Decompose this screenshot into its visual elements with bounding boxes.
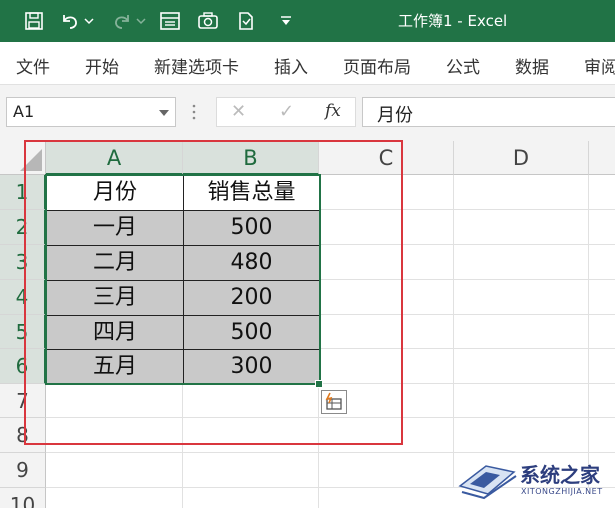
column-header-e[interactable] [589, 141, 615, 175]
row-header-7[interactable]: 7 [0, 384, 46, 418]
cell[interactable] [46, 384, 183, 418]
formula-input[interactable]: 月份 [362, 97, 615, 127]
cell-a4[interactable]: 三月 [46, 280, 184, 316]
tab-insert[interactable]: 插入 [274, 53, 308, 78]
row-header-2[interactable]: 2 [0, 210, 46, 245]
column-header-b[interactable]: B [183, 141, 319, 175]
document-icon[interactable] [234, 9, 258, 33]
cell-b1-header[interactable]: 销售总量 [183, 175, 320, 211]
tab-home[interactable]: 开始 [85, 53, 119, 78]
formula-buttons: ✕ ✓ fx [216, 97, 356, 127]
cell[interactable] [454, 175, 589, 210]
window-title: 工作簿1 - Excel [398, 12, 508, 30]
cell[interactable] [183, 453, 319, 488]
column-header-a[interactable]: A [46, 141, 183, 175]
tab-new[interactable]: 新建选项卡 [154, 53, 239, 78]
cell[interactable] [454, 349, 589, 384]
row-header-5[interactable]: 5 [0, 315, 46, 349]
cell[interactable] [454, 315, 589, 349]
row-header-10[interactable]: 10 [0, 488, 46, 508]
cell[interactable] [589, 384, 615, 418]
cell-a6[interactable]: 五月 [46, 349, 184, 385]
cell[interactable] [46, 488, 183, 508]
cell[interactable] [319, 315, 454, 349]
row-header-1[interactable]: 1 [0, 175, 46, 210]
cancel-icon[interactable]: ✕ [231, 101, 246, 122]
tab-file[interactable]: 文件 [16, 53, 50, 78]
cell[interactable] [319, 175, 454, 210]
watermark-name: 系统之家 [520, 463, 600, 487]
cell[interactable] [589, 210, 615, 245]
cell-a5[interactable]: 四月 [46, 315, 184, 350]
fill-handle[interactable] [315, 380, 323, 388]
name-box[interactable]: A1 [6, 97, 176, 127]
cell[interactable] [319, 280, 454, 315]
tab-formulas[interactable]: 公式 [446, 53, 480, 78]
undo-dropdown-icon[interactable] [82, 9, 96, 33]
cell[interactable] [454, 245, 589, 280]
cell-b5[interactable]: 500 [183, 315, 320, 350]
cell[interactable] [183, 418, 319, 453]
redo-dropdown-icon[interactable] [134, 9, 148, 33]
cell[interactable] [589, 349, 615, 384]
name-box-value: A1 [13, 102, 35, 121]
column-header-c[interactable]: C [319, 141, 454, 175]
form-icon[interactable] [158, 9, 182, 33]
cell-b2[interactable]: 500 [183, 210, 320, 246]
insert-function-icon[interactable]: fx [325, 101, 341, 121]
cell[interactable] [319, 349, 454, 384]
row-header-6[interactable]: 6 [0, 349, 46, 384]
cell-b3[interactable]: 480 [183, 245, 320, 281]
row-header-3[interactable]: 3 [0, 245, 46, 280]
ribbon-tabs: 文件 开始 新建选项卡 插入 页面布局 公式 数据 审阅 [0, 42, 615, 85]
tab-data[interactable]: 数据 [515, 53, 549, 78]
cell[interactable] [454, 418, 589, 453]
redo-icon[interactable] [110, 9, 134, 33]
cell[interactable] [319, 418, 454, 453]
cell-a3[interactable]: 二月 [46, 245, 184, 281]
cell[interactable] [46, 453, 183, 488]
cell[interactable] [589, 245, 615, 280]
enter-icon[interactable]: ✓ [279, 101, 294, 122]
cell[interactable] [589, 280, 615, 315]
customize-qat-icon[interactable] [274, 9, 298, 33]
select-all-button[interactable] [0, 141, 46, 175]
cell[interactable] [183, 384, 319, 418]
undo-icon[interactable] [58, 9, 82, 33]
quick-analysis-button[interactable] [321, 390, 347, 414]
cell-a1-header[interactable]: 月份 [46, 175, 184, 211]
cell[interactable] [454, 210, 589, 245]
watermark-url: XITONGZHIJIA.NET [521, 487, 603, 496]
cell[interactable] [454, 280, 589, 315]
formula-bar-grip-icon[interactable] [192, 103, 196, 121]
title-bar: 工作簿1 - Excel [0, 0, 615, 42]
cell[interactable] [454, 384, 589, 418]
cell-b4[interactable]: 200 [183, 280, 320, 316]
camera-icon[interactable] [196, 9, 220, 33]
cell[interactable] [319, 210, 454, 245]
cell-a2[interactable]: 一月 [46, 210, 184, 246]
cell-b6[interactable]: 300 [183, 349, 320, 385]
tab-page-layout[interactable]: 页面布局 [343, 53, 411, 78]
column-header-d[interactable]: D [454, 141, 589, 175]
save-icon[interactable] [22, 9, 46, 33]
cell[interactable] [183, 488, 319, 508]
cell[interactable] [319, 453, 454, 488]
row-header-9[interactable]: 9 [0, 453, 46, 488]
quick-analysis-icon [325, 392, 342, 410]
row-header-8[interactable]: 8 [0, 418, 46, 453]
cell[interactable] [589, 315, 615, 349]
row-header-4[interactable]: 4 [0, 280, 46, 315]
cell[interactable] [319, 245, 454, 280]
cell[interactable] [589, 175, 615, 210]
cell[interactable] [46, 418, 183, 453]
cell[interactable] [589, 418, 615, 453]
name-box-dropdown-icon[interactable] [159, 110, 169, 116]
formula-input-value: 月份 [377, 105, 413, 126]
tab-review[interactable]: 审阅 [584, 53, 615, 78]
